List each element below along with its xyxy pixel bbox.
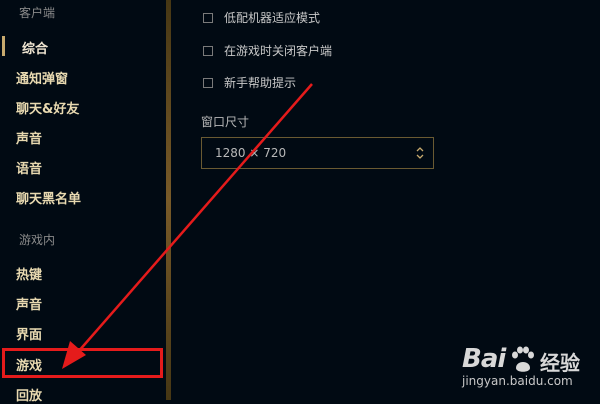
sidebar-item-sound[interactable]: 声音 <box>16 128 42 147</box>
updown-chevron-icon <box>416 147 424 159</box>
sidebar-item-ingame-sound[interactable]: 声音 <box>16 294 42 313</box>
close-client-ingame-checkbox[interactable] <box>203 45 213 56</box>
low-spec-mode-label: 低配机器适应模式 <box>224 11 321 25</box>
active-indicator <box>2 36 5 56</box>
highlight-box-game <box>2 348 163 378</box>
close-client-ingame-label: 在游戏时关闭客户端 <box>224 44 333 58</box>
sidebar-item-general[interactable]: 综合 <box>22 38 48 57</box>
sidebar-item-chat-blocklist[interactable]: 聊天黑名单 <box>16 188 81 207</box>
sidebar-item-replay[interactable]: 回放 <box>16 385 42 404</box>
newbie-tips-label: 新手帮助提示 <box>224 76 297 90</box>
baidu-watermark: Bai 经验 jingyan.baidu.com <box>462 340 592 395</box>
watermark-url: jingyan.baidu.com <box>462 374 573 388</box>
paw-logo-icon <box>512 346 534 372</box>
watermark-bai-text: Bai <box>462 344 506 374</box>
window-size-value: 1280 × 720 <box>215 146 287 160</box>
sidebar-item-interface[interactable]: 界面 <box>16 324 42 343</box>
newbie-tips-option[interactable]: 新手帮助提示 <box>203 74 296 91</box>
section-title-client: 客户端 <box>19 6 56 20</box>
low-spec-mode-checkbox[interactable] <box>203 12 213 23</box>
sidebar-item-hotkeys[interactable]: 热键 <box>16 264 42 283</box>
settings-sidebar: 客户端 综合 通知弹窗 聊天&好友 声音 语音 聊天黑名单 游戏内 热键 声音 … <box>0 0 166 404</box>
low-spec-mode-option[interactable]: 低配机器适应模式 <box>203 9 320 26</box>
window-size-label: 窗口尺寸 <box>201 115 250 129</box>
sidebar-item-chat-friends[interactable]: 聊天&好友 <box>16 98 79 117</box>
watermark-jingyan-text: 经验 <box>540 351 580 375</box>
sidebar-item-voice[interactable]: 语音 <box>16 158 42 177</box>
window-size-select[interactable]: 1280 × 720 <box>201 137 434 169</box>
close-client-ingame-option[interactable]: 在游戏时关闭客户端 <box>203 42 332 59</box>
section-title-ingame: 游戏内 <box>19 233 56 247</box>
sidebar-item-notifications[interactable]: 通知弹窗 <box>16 68 68 87</box>
newbie-tips-checkbox[interactable] <box>203 77 213 88</box>
